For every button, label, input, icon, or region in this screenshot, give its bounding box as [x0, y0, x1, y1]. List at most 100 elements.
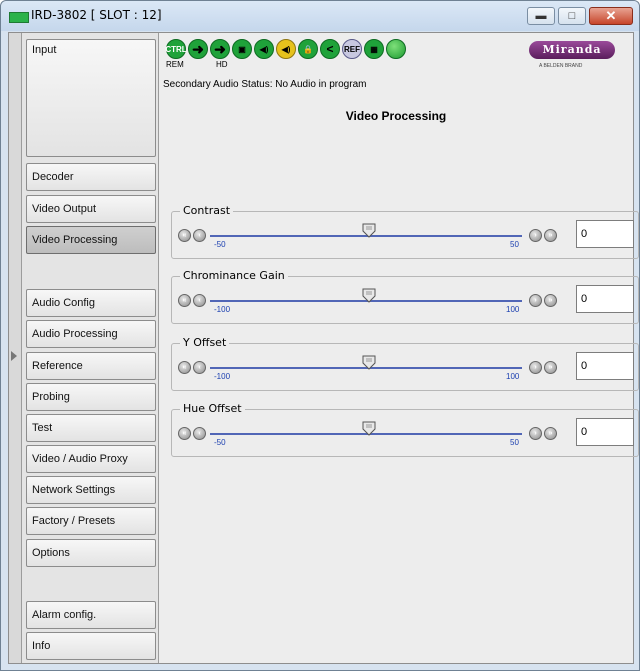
contrast-value-input[interactable]: 0 [576, 220, 634, 248]
chrominance-gain-slider-thumb[interactable] [362, 288, 376, 303]
increment-icon[interactable]: › [529, 294, 542, 307]
sidebar-item-label: Factory / Presets [32, 515, 116, 527]
contrast-label: Contrast [180, 204, 234, 217]
audio-warning-icon[interactable]: ◀) [276, 39, 296, 59]
sidebar-item-label: Options [32, 547, 70, 559]
sidebar-item-label: Probing [32, 391, 70, 403]
sidebar-collapse-strip[interactable] [9, 33, 22, 663]
sidebar-item-label: Info [32, 640, 51, 652]
hue-offset-max: 50 [510, 438, 519, 447]
hue-offset-value-input[interactable]: 0 [576, 418, 634, 446]
minimize-icon: ▬ [535, 10, 547, 22]
minimize-button[interactable]: ▬ [527, 7, 555, 25]
sidebar-item-label: Input [32, 44, 57, 56]
page-title: Video Processing [345, 109, 447, 123]
fast-decrement-icon[interactable]: « [178, 361, 191, 374]
sidebar-item-label: Audio Processing [32, 328, 118, 340]
contrast-group: Contrast « ‹ -50 50 › » 0 [171, 204, 639, 259]
sidebar-item-alarm-config[interactable]: Alarm config. [26, 601, 156, 629]
fast-increment-icon[interactable]: » [544, 361, 557, 374]
ref-label: REF [344, 44, 360, 54]
contrast-min: -50 [214, 240, 226, 249]
sidebar-item-label: Audio Config [32, 297, 95, 309]
sidebar-item-label: Decoder [32, 171, 74, 183]
chrominance-gain-max: 100 [506, 305, 520, 314]
sidebar-item-probing[interactable]: Probing [26, 383, 156, 411]
decrement-icon[interactable]: ‹ [193, 294, 206, 307]
reference-icon[interactable]: REF [342, 39, 362, 59]
logo-subtext: A BELDEN BRAND [539, 63, 583, 69]
sidebar-item-options[interactable]: Options [26, 539, 156, 567]
decrement-icon[interactable]: ‹ [193, 427, 206, 440]
contrast-slider-thumb[interactable] [362, 223, 376, 238]
sidebar-item-label: Reference [32, 360, 83, 372]
sidebar-item-input[interactable]: Input [26, 39, 156, 157]
y-offset-label: Y Offset [180, 336, 230, 349]
output-arrow-icon[interactable]: ➜ [210, 39, 230, 59]
chrominance-gain-group: Chrominance Gain « ‹ -100 100 › » 0 [171, 269, 639, 324]
less-than-icon[interactable]: < [320, 39, 340, 59]
y-offset-group: Y Offset « ‹ -100 100 › » 0 [171, 336, 639, 391]
maximize-button[interactable]: □ [558, 7, 586, 25]
sidebar-item-label: Video Processing [32, 234, 118, 246]
contrast-max: 50 [510, 240, 519, 249]
expand-arrow-icon[interactable] [11, 351, 17, 361]
sidebar-item-label: Video / Audio Proxy [32, 453, 128, 465]
sidebar-item-factory-presets[interactable]: Factory / Presets [26, 507, 156, 535]
close-button[interactable]: ✕ [589, 7, 633, 25]
audio-lock-icon[interactable]: 🔒 [298, 39, 318, 59]
sidebar-item-network-settings[interactable]: Network Settings [26, 476, 156, 504]
sidebar-item-label: Alarm config. [32, 609, 97, 621]
input-arrow-icon[interactable]: ➜ [188, 39, 208, 59]
increment-icon[interactable]: › [529, 427, 542, 440]
ctrl-status-icon[interactable]: CTRL [165, 39, 187, 59]
y-offset-value-input[interactable]: 0 [576, 352, 634, 380]
hd-label: HD [216, 60, 228, 69]
sidebar-item-label: Network Settings [32, 484, 116, 496]
sidebar-item-info[interactable]: Info [26, 632, 156, 660]
test-pattern-icon[interactable]: ▦ [364, 39, 384, 59]
sidebar-item-video-audio-proxy[interactable]: Video / Audio Proxy [26, 445, 156, 473]
increment-icon[interactable]: › [529, 361, 542, 374]
fast-increment-icon[interactable]: » [544, 294, 557, 307]
sidebar-item-test[interactable]: Test [26, 414, 156, 442]
fast-increment-icon[interactable]: » [544, 427, 557, 440]
rem-label: REM [166, 60, 184, 69]
sidebar-item-video-processing[interactable]: Video Processing [26, 226, 156, 254]
sidebar-item-video-output[interactable]: Video Output [26, 195, 156, 223]
application-window: IRD-3802 [ SLOT : 12] ▬ □ ✕ Input Decode… [0, 0, 640, 671]
app-icon [9, 12, 29, 23]
fast-decrement-icon[interactable]: « [178, 427, 191, 440]
sidebar-item-label: Test [32, 422, 53, 434]
increment-icon[interactable]: › [529, 229, 542, 242]
window-title: IRD-3802 [ SLOT : 12] [31, 8, 162, 22]
close-icon: ✕ [605, 8, 617, 23]
chrominance-gain-value-input[interactable]: 0 [576, 285, 634, 313]
video-lock-icon[interactable]: ▣ [232, 39, 252, 59]
secondary-audio-status: Secondary Audio Status: No Audio in prog… [163, 79, 367, 90]
chrominance-gain-label: Chrominance Gain [180, 269, 288, 282]
main-panel: CTRL REM ➜ ➜ HD ▣ ◀) ◀) 🔒 < REF ▦ Mirand… [159, 33, 639, 663]
sidebar-nav: Input Decoder Video Output Video Process… [22, 33, 159, 663]
sidebar-item-decoder[interactable]: Decoder [26, 163, 156, 191]
fast-decrement-icon[interactable]: « [178, 294, 191, 307]
fast-increment-icon[interactable]: » [544, 229, 557, 242]
audio-status-icon[interactable]: ◀) [254, 39, 274, 59]
hue-offset-slider-thumb[interactable] [362, 421, 376, 436]
y-offset-max: 100 [506, 372, 520, 381]
title-bar[interactable]: IRD-3802 [ SLOT : 12] ▬ □ ✕ [1, 1, 639, 31]
y-offset-min: -100 [214, 372, 231, 381]
ctrl-status-label: CTRL [165, 44, 187, 54]
fast-decrement-icon[interactable]: « [178, 229, 191, 242]
sidebar-item-audio-processing[interactable]: Audio Processing [26, 320, 156, 348]
sidebar-item-reference[interactable]: Reference [26, 352, 156, 380]
hue-offset-min: -50 [214, 438, 226, 447]
y-offset-slider-thumb[interactable] [362, 355, 376, 370]
hue-offset-label: Hue Offset [180, 402, 245, 415]
decrement-icon[interactable]: ‹ [193, 361, 206, 374]
hue-offset-group: Hue Offset « ‹ -50 50 › » 0 [171, 402, 639, 457]
general-status-icon[interactable] [386, 39, 406, 59]
decrement-icon[interactable]: ‹ [193, 229, 206, 242]
sidebar-item-label: Video Output [32, 203, 97, 215]
sidebar-item-audio-config[interactable]: Audio Config [26, 289, 156, 317]
